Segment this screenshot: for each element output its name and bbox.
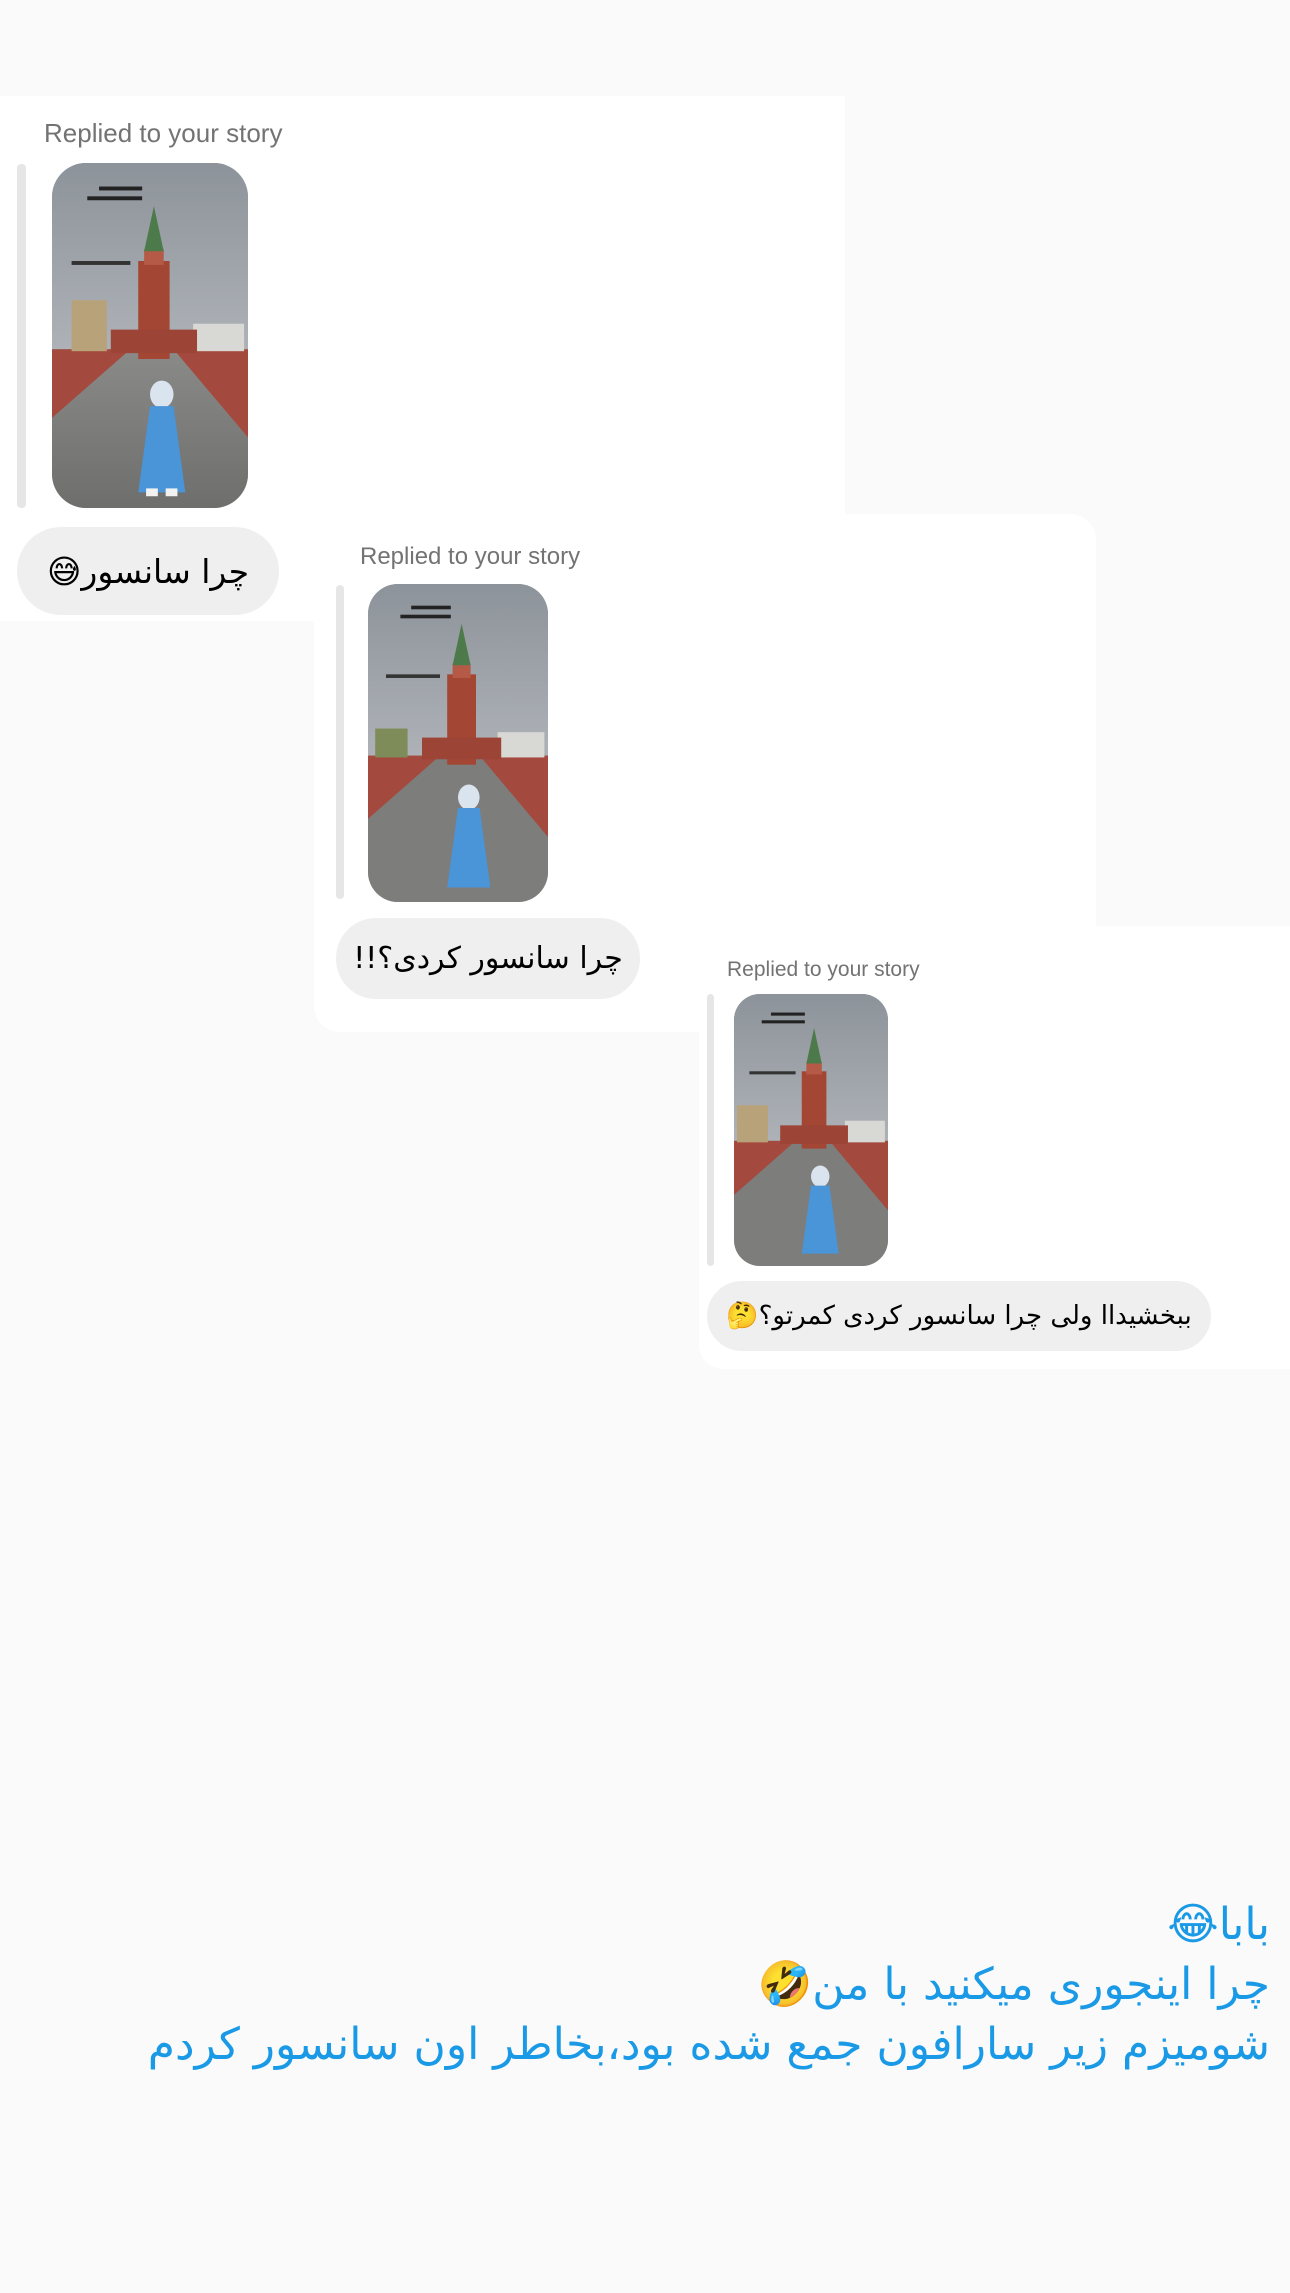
story-photo-icon: [368, 584, 548, 902]
caption-line: شومیزم زیر سارافون جمع شده بود،بخاطر اون…: [147, 2019, 1270, 2070]
message-bubble[interactable]: ببخشیداا ولی چرا سانسور کردی کمرتو؟🤔: [707, 1281, 1211, 1351]
message-bubble[interactable]: چرا سانسور کردی؟!!: [336, 918, 640, 999]
caption-line: چرا اینجوری میکنید با من🤣: [757, 1959, 1270, 2010]
story-photo-icon: [734, 994, 888, 1266]
reply-label: Replied to your story: [44, 118, 283, 148]
story-caption: بابا😂 چرا اینجوری میکنید با من🤣 شومیزم ز…: [147, 1895, 1270, 2075]
reply-quote-bar: [17, 164, 26, 508]
caption-line: بابا😂: [1167, 1899, 1270, 1950]
story-thumbnail[interactable]: [52, 163, 248, 508]
reply-quote-bar: [336, 585, 344, 899]
story-thumbnail[interactable]: [734, 994, 888, 1266]
story-photo-icon: [52, 163, 248, 508]
reply-label: Replied to your story: [360, 543, 581, 570]
reply-quote-bar: [707, 994, 714, 1266]
reply-label: Replied to your story: [727, 958, 920, 981]
story-thumbnail[interactable]: [368, 584, 548, 902]
message-bubble[interactable]: چرا سانسور😅: [17, 527, 279, 615]
